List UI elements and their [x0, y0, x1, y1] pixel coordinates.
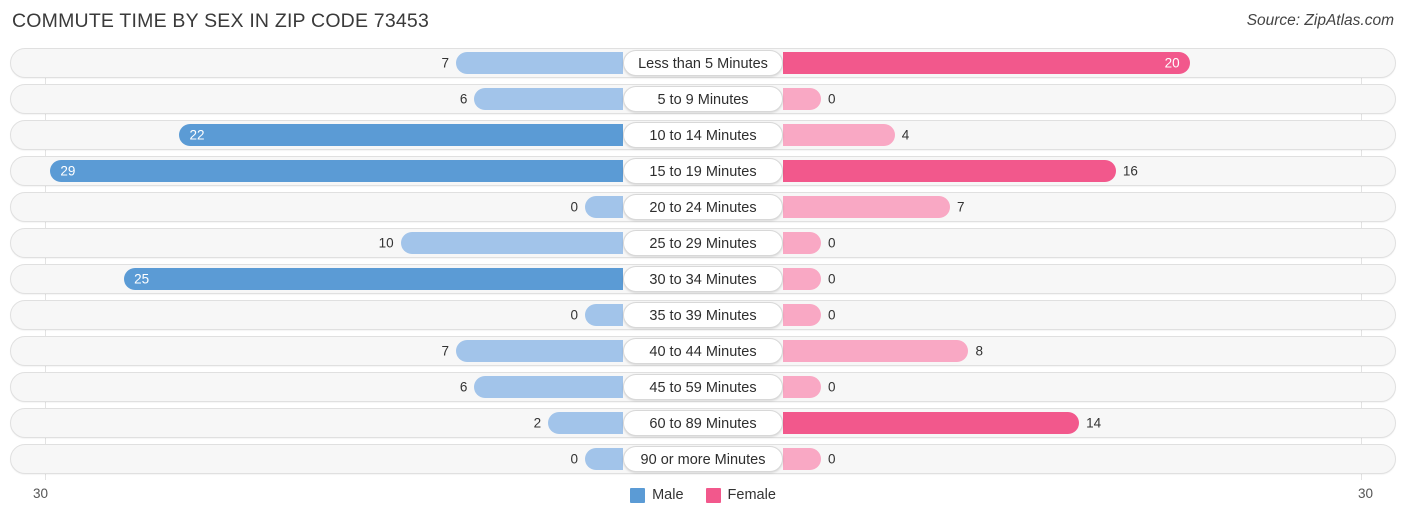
bar-male [474, 88, 623, 110]
bar-value-male: 2 [533, 415, 542, 431]
bar-female: 20 [783, 52, 1190, 74]
chart-row: 0 0 90 or more Minutes [10, 444, 1396, 474]
category-label: 15 to 19 Minutes [623, 158, 783, 184]
bar-female [783, 88, 821, 110]
bar-male [585, 304, 623, 326]
bar-value-female: 7 [957, 199, 965, 215]
category-label: 25 to 29 Minutes [623, 230, 783, 256]
bar-female [783, 448, 821, 470]
category-label: 30 to 34 Minutes [623, 266, 783, 292]
chart-legend: Male Female [0, 487, 1406, 503]
bar-value-male: 6 [459, 379, 468, 395]
chart-row: 0 0 35 to 39 Minutes [10, 300, 1396, 330]
category-label: 90 or more Minutes [623, 446, 783, 472]
bar-value-female: 16 [1122, 163, 1138, 179]
bar-male: 22 [179, 124, 623, 146]
chart-header: COMMUTE TIME BY SEX IN ZIP CODE 73453 So… [0, 0, 1406, 44]
category-label: 35 to 39 Minutes [623, 302, 783, 328]
diverging-bar-plot: 7 20 Less than 5 Minutes 6 0 5 to 9 Minutes 22… [10, 48, 1396, 480]
bar-value-female: 0 [828, 451, 836, 467]
bar-female [783, 340, 969, 362]
legend-swatch-female [705, 487, 721, 503]
bar-male: 29 [50, 160, 623, 182]
bar-value-male: 7 [441, 343, 449, 359]
bar-value-female: 0 [828, 379, 836, 395]
bar-male [455, 340, 623, 362]
category-label: Less than 5 Minutes [623, 50, 783, 76]
bar-female [783, 196, 951, 218]
category-label: 45 to 59 Minutes [623, 374, 783, 400]
legend-swatch-male [630, 487, 646, 503]
bar-male [585, 448, 623, 470]
chart-row: 6 0 45 to 59 Minutes [10, 372, 1396, 402]
bar-female [783, 268, 821, 290]
bar-male: 25 [124, 268, 623, 290]
bar-female [783, 376, 821, 398]
legend-label: Male [652, 487, 684, 503]
chart-footer: 30 30 Male Female [0, 484, 1406, 516]
bar-value-female: 14 [1086, 415, 1102, 431]
chart-row: 22 4 10 to 14 Minutes [10, 120, 1396, 150]
bar-value-male: 10 [378, 235, 394, 251]
legend-label: Female [727, 487, 776, 503]
chart-row: 10 0 25 to 29 Minutes [10, 228, 1396, 258]
legend-item[interactable]: Female [705, 487, 776, 503]
bar-value-male: 22 [189, 127, 205, 143]
chart-row: 0 7 20 to 24 Minutes [10, 192, 1396, 222]
bar-value-male: 0 [570, 199, 578, 215]
bar-female [783, 160, 1116, 182]
bar-value-female: 0 [828, 91, 836, 107]
chart-row: 29 16 15 to 19 Minutes [10, 156, 1396, 186]
bar-female [783, 232, 821, 254]
bar-male [585, 196, 623, 218]
category-label: 60 to 89 Minutes [623, 410, 783, 436]
source-attribution: Source: ZipAtlas.com [1246, 12, 1394, 29]
chart-row: 7 8 40 to 44 Minutes [10, 336, 1396, 366]
legend-item[interactable]: Male [630, 487, 684, 503]
chart-page: COMMUTE TIME BY SEX IN ZIP CODE 73453 So… [0, 0, 1406, 522]
chart-row: 7 20 Less than 5 Minutes [10, 48, 1396, 78]
page-title: COMMUTE TIME BY SEX IN ZIP CODE 73453 [12, 10, 430, 32]
bar-value-male: 25 [134, 271, 150, 287]
category-label: 40 to 44 Minutes [623, 338, 783, 364]
category-label: 5 to 9 Minutes [623, 86, 783, 112]
bar-female [783, 124, 895, 146]
bar-male [474, 376, 623, 398]
bar-value-female: 8 [975, 343, 983, 359]
category-label: 20 to 24 Minutes [623, 194, 783, 220]
bar-value-male: 6 [459, 91, 468, 107]
chart-row: 2 14 60 to 89 Minutes [10, 408, 1396, 438]
bar-male [548, 412, 623, 434]
bar-value-male: 0 [570, 307, 578, 323]
bar-value-female: 20 [1164, 55, 1180, 71]
bar-female [783, 412, 1080, 434]
bar-value-female: 0 [828, 235, 836, 251]
bar-male [400, 232, 623, 254]
bar-value-male: 0 [570, 451, 578, 467]
chart-row: 25 0 30 to 34 Minutes [10, 264, 1396, 294]
bar-male [455, 52, 623, 74]
bar-value-female: 0 [828, 271, 836, 287]
bar-female [783, 304, 821, 326]
chart-row: 6 0 5 to 9 Minutes [10, 84, 1396, 114]
bar-value-female: 0 [828, 307, 836, 323]
bar-value-male: 29 [60, 163, 76, 179]
bar-value-male: 7 [441, 55, 449, 71]
category-label: 10 to 14 Minutes [623, 122, 783, 148]
bar-value-female: 4 [901, 127, 910, 143]
